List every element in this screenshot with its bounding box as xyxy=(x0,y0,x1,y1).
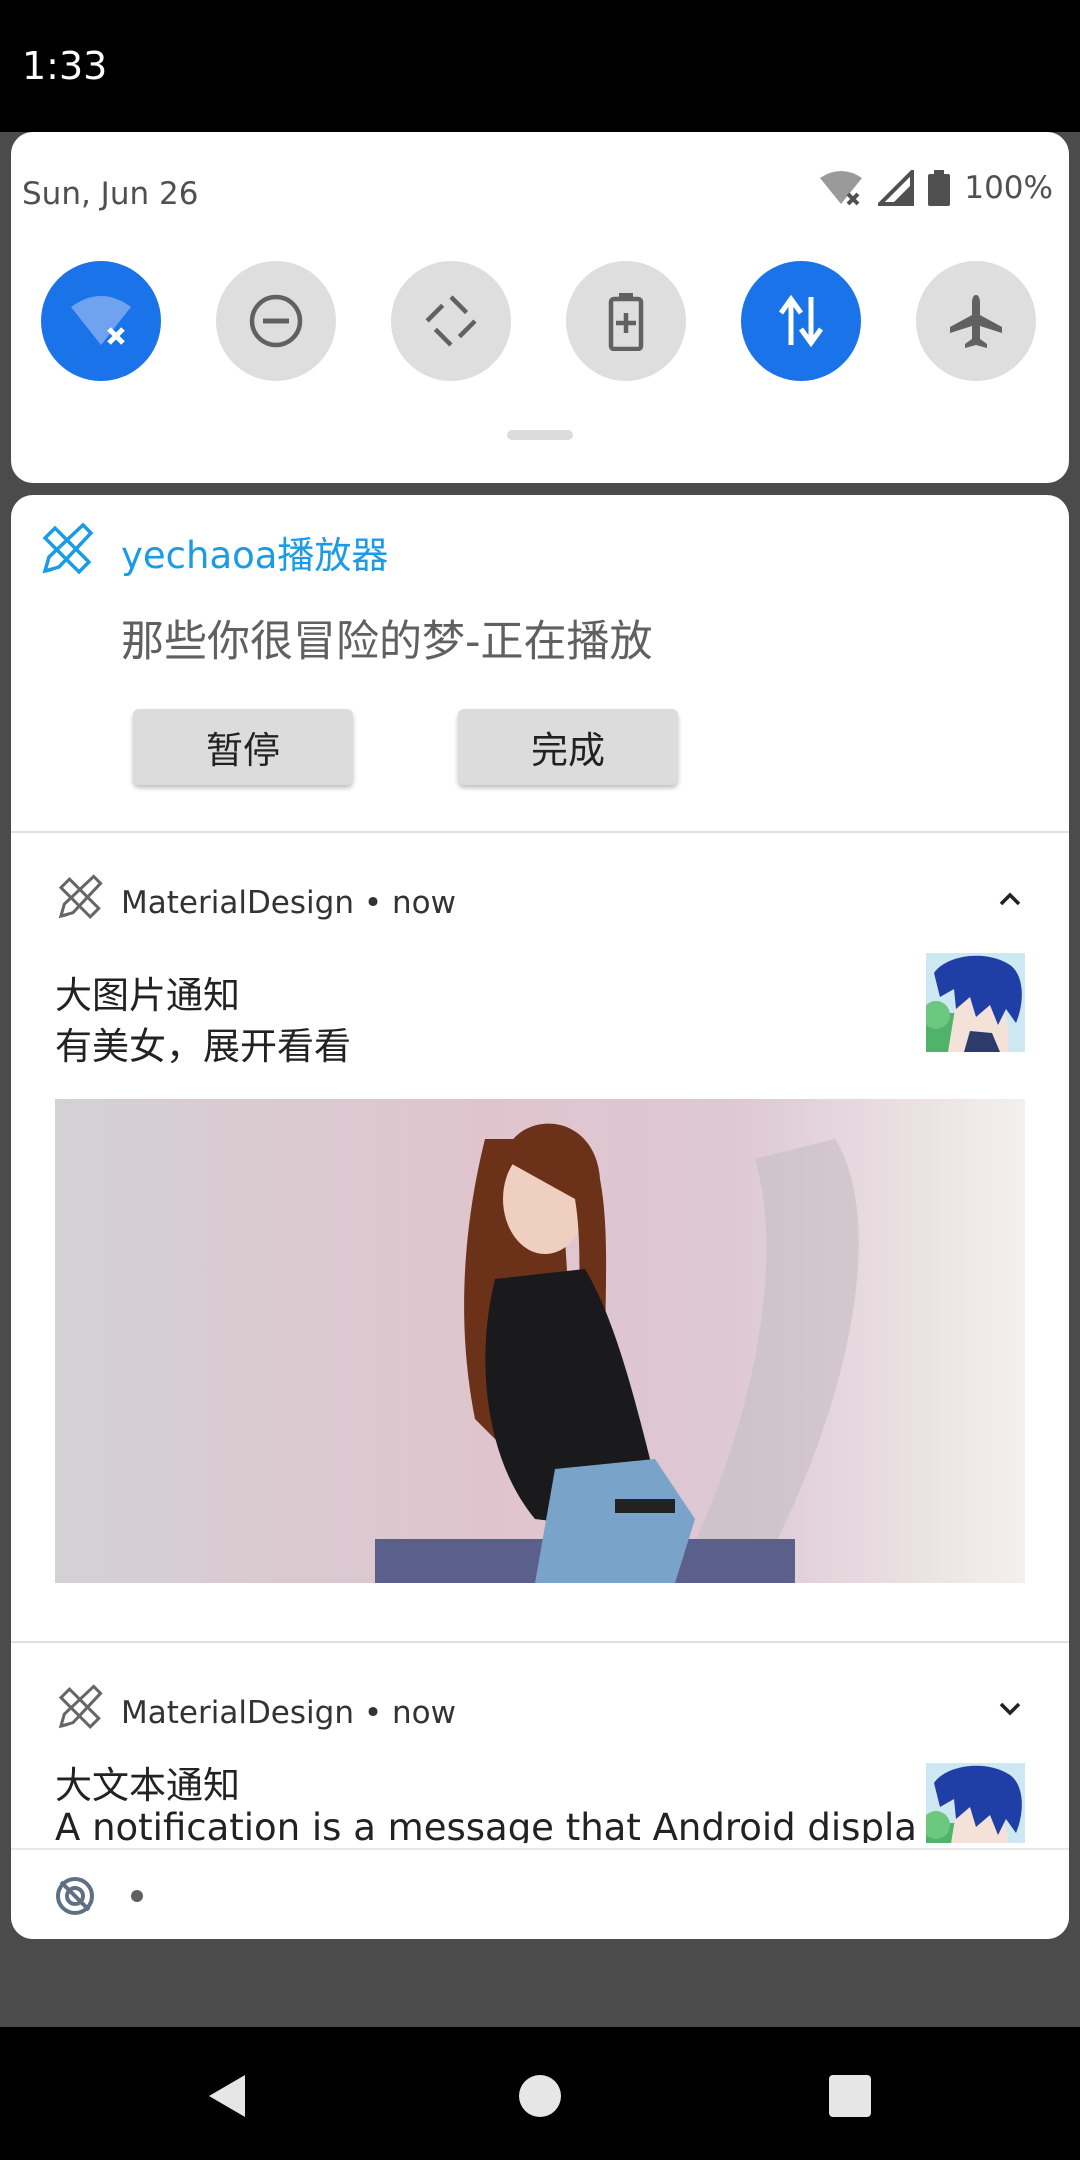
battery-icon xyxy=(928,170,951,206)
header-separator: • xyxy=(363,1695,383,1731)
qs-drag-handle[interactable] xyxy=(507,430,573,440)
status-bar: 1:33 xyxy=(0,0,1080,132)
tile-do-not-disturb[interactable] xyxy=(216,261,336,381)
battery-saver-icon xyxy=(606,291,646,351)
notification-time: now xyxy=(392,885,456,921)
design-tools-icon xyxy=(37,521,95,583)
tile-auto-rotate[interactable] xyxy=(391,261,511,381)
mobile-data-icon xyxy=(777,293,825,349)
pause-button[interactable]: 暂停 xyxy=(133,709,353,785)
design-tools-icon xyxy=(54,873,104,927)
qs-status-icons: 100% xyxy=(818,170,1053,206)
qs-date: Sun, Jun 26 xyxy=(22,176,199,212)
footer-dot xyxy=(131,1890,143,1902)
notification-title: 大图片通知 xyxy=(55,974,240,1017)
big-picture-notification[interactable]: MaterialDesign • now 大图片通知 有美女，展开看看 xyxy=(11,833,1069,1633)
tile-airplane-mode[interactable] xyxy=(916,261,1036,381)
navigation-bar xyxy=(0,2027,1080,2160)
woman-photo xyxy=(55,1099,1025,1583)
quick-settings-panel: Sun, Jun 26 100% xyxy=(11,132,1069,483)
notification-footer xyxy=(11,1848,1069,1939)
notification-text: A notification is a message that Android… xyxy=(55,1806,917,1843)
player-app-name: yechaoa播放器 xyxy=(121,534,389,577)
recents-button[interactable] xyxy=(829,2075,871,2117)
airplane-mode-icon xyxy=(946,291,1006,351)
notification-time: now xyxy=(392,1695,456,1731)
qs-tiles xyxy=(41,261,1036,381)
done-button[interactable]: 完成 xyxy=(458,709,678,785)
notification-header: MaterialDesign • now xyxy=(121,885,456,921)
notification-shade: yechaoa播放器 那些你很冒险的梦-正在播放 暂停 完成 MaterialD… xyxy=(11,495,1069,1939)
player-now-playing: 那些你很冒险的梦-正在播放 xyxy=(121,617,653,667)
home-button[interactable] xyxy=(519,2075,561,2117)
notification-app-name: MaterialDesign xyxy=(121,885,354,921)
wifi-off-icon xyxy=(69,293,133,349)
chevron-down-icon[interactable] xyxy=(999,1701,1021,1720)
wifi-off-icon xyxy=(818,170,864,206)
tile-wifi[interactable] xyxy=(41,261,161,381)
tile-battery-saver[interactable] xyxy=(566,261,686,381)
app-overflow-icon[interactable] xyxy=(55,1876,95,1920)
status-clock: 1:33 xyxy=(22,44,108,88)
big-text-notification[interactable]: MaterialDesign • now 大文本通知 A notificatio… xyxy=(11,1643,1069,1843)
header-separator: • xyxy=(363,885,383,921)
notification-text: 有美女，展开看看 xyxy=(55,1025,351,1068)
design-tools-icon xyxy=(54,1683,104,1737)
back-icon[interactable] xyxy=(205,2071,249,2125)
signal-icon xyxy=(878,170,915,206)
anime-avatar-thumbnail xyxy=(926,1763,1025,1843)
do-not-disturb-icon xyxy=(248,293,304,349)
notification-app-name: MaterialDesign xyxy=(121,1695,354,1731)
chevron-up-icon[interactable] xyxy=(999,891,1021,910)
tile-mobile-data[interactable] xyxy=(741,261,861,381)
auto-rotate-icon xyxy=(423,293,479,349)
notification-title: 大文本通知 xyxy=(55,1764,240,1807)
player-notification[interactable]: yechaoa播放器 那些你很冒险的梦-正在播放 暂停 完成 xyxy=(11,495,1069,831)
notification-header: MaterialDesign • now xyxy=(121,1695,456,1731)
anime-avatar-thumbnail xyxy=(926,953,1025,1052)
battery-percent: 100% xyxy=(964,170,1053,206)
